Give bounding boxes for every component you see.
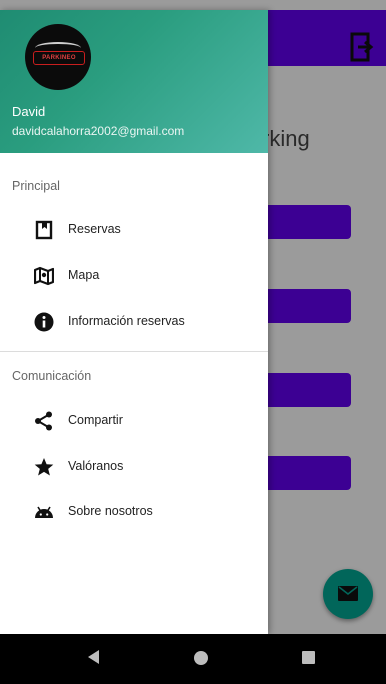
menu-item-reservas[interactable]: Reservas xyxy=(0,209,268,249)
menu-item-label: Mapa xyxy=(68,268,100,282)
back-icon[interactable] xyxy=(88,650,99,664)
home-icon[interactable] xyxy=(194,651,208,665)
android-icon xyxy=(35,506,53,518)
divider xyxy=(0,351,268,352)
menu-item-compartir[interactable]: Compartir xyxy=(0,400,268,440)
user-name: David xyxy=(12,104,46,119)
bookmark-icon xyxy=(35,220,53,240)
menu-item-valoranos[interactable]: Valóranos xyxy=(0,446,268,486)
section-label-comunicacion: Comunicación xyxy=(12,369,92,383)
share-icon xyxy=(35,411,52,431)
drawer-header: PARKINEO David davidcalahorra2002@gmail.… xyxy=(0,10,268,153)
menu-item-label: Reservas xyxy=(68,222,121,236)
menu-item-label: Información reservas xyxy=(68,314,185,328)
brand-logo: PARKINEO xyxy=(33,51,85,65)
navigation-drawer: PARKINEO David davidcalahorra2002@gmail.… xyxy=(0,10,268,634)
menu-item-label: Valóranos xyxy=(68,459,124,473)
section-label-principal: Principal xyxy=(12,179,60,193)
menu-item-label: Sobre nosotros xyxy=(68,504,153,518)
menu-item-label: Compartir xyxy=(68,413,123,427)
info-icon xyxy=(34,312,54,332)
menu-item-mapa[interactable]: Mapa xyxy=(0,255,268,295)
menu-item-informacion-reservas[interactable]: Información reservas xyxy=(0,301,268,341)
system-navigation-bar xyxy=(0,634,386,684)
recent-apps-icon[interactable] xyxy=(302,651,315,664)
map-icon xyxy=(34,266,54,286)
user-email: davidcalahorra2002@gmail.com xyxy=(12,124,185,138)
menu-item-sobre-nosotros[interactable]: Sobre nosotros xyxy=(0,491,268,531)
avatar: PARKINEO xyxy=(25,24,91,90)
star-icon xyxy=(34,458,54,476)
